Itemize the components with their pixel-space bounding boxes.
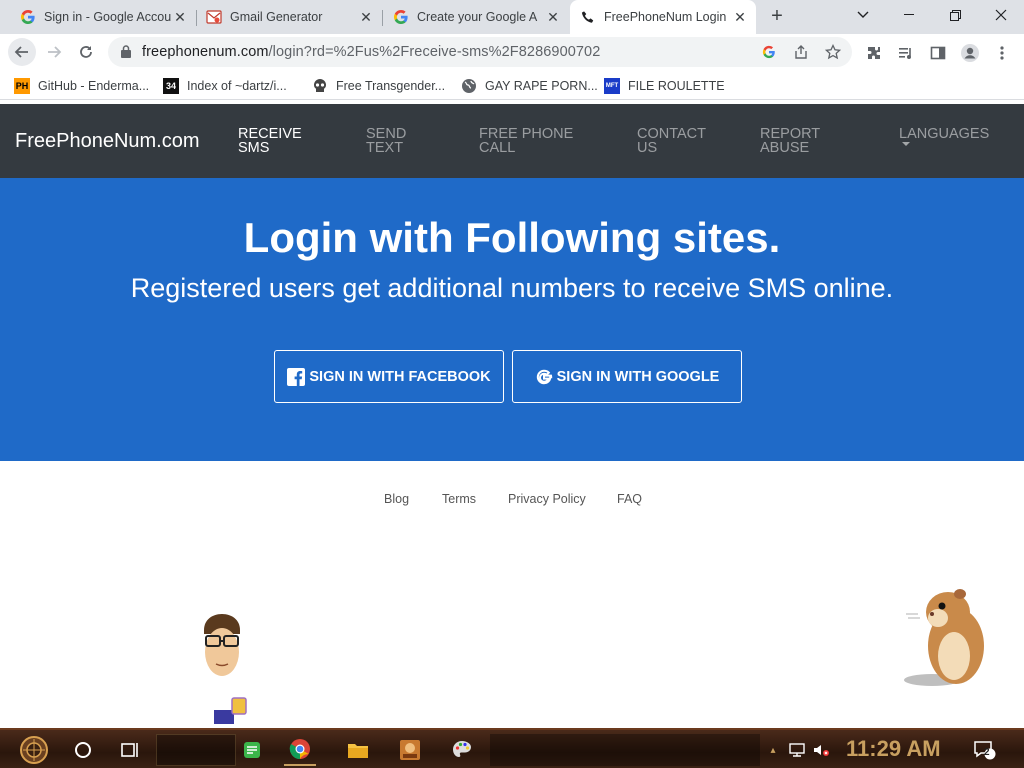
close-tab-icon[interactable]: ✕ [732,9,748,25]
close-tab-icon[interactable]: ✕ [358,9,374,25]
site-navbar: FreePhoneNum.com RECEIVE SMS SEND TEXT FRE… [0,104,1024,178]
footer-link-faq[interactable]: FAQ [617,492,642,506]
notification-count: 2 [984,747,990,758]
tab-google-signin[interactable]: Sign in - Google Accou ✕ [0,0,196,34]
side-panel-icon[interactable] [928,43,948,63]
mft-icon: MFT [604,78,620,94]
share-icon[interactable] [792,43,810,61]
google-g-icon [393,9,409,25]
task-view-icon[interactable] [114,734,146,766]
site-brand[interactable]: FreePhoneNum.com [15,130,200,153]
close-window-button[interactable] [978,0,1024,30]
profile-avatar-icon[interactable] [960,43,980,63]
minimize-button[interactable] [886,0,932,30]
chrome-taskbar-icon[interactable] [284,734,316,766]
hamster-desktop-pet[interactable] [902,584,990,690]
media-control-icon[interactable] [896,43,916,63]
google-g-icon [20,9,36,25]
globe-icon [461,78,477,94]
paint-palette-icon[interactable] [446,734,478,766]
google-g-icon [535,368,553,386]
forward-button[interactable] [40,38,68,66]
system-clock[interactable]: 11:29 AM [846,736,941,762]
tab-strip: Sign in - Google Accou ✕ Gmail Generator… [0,0,1024,34]
windows-taskbar: ▴ 11:29 AM 2 [0,728,1024,768]
url-text: freephonenum.com/login?rd=%2Fus%2Freceiv… [142,44,601,60]
bookmark-globe[interactable]: GAY RAPE PORN... [461,76,598,96]
chevron-down-icon [902,142,910,146]
new-tab-button[interactable]: + [766,6,788,28]
show-hidden-icons-icon[interactable]: ▴ [764,734,782,766]
browser-toolbar: freephonenum.com/login?rd=%2Fus%2Freceiv… [0,34,1024,72]
nav-languages-dropdown[interactable]: LANGUAGES [899,127,989,142]
restore-button[interactable] [932,0,978,30]
taskbar-empty-area [490,734,760,766]
facebook-icon [287,367,306,386]
extensions-puzzle-icon[interactable] [864,43,884,63]
google-lens-icon[interactable] [760,43,778,61]
footer-link-terms[interactable]: Terms [442,492,476,506]
tab-title: Create your Google A [417,10,538,24]
nav-receive-sms[interactable]: RECEIVE SMS [238,127,302,156]
skull-icon [312,78,328,94]
notification-center-icon[interactable]: 2 [970,734,1000,766]
phone-icon [580,9,596,25]
nav-free-phone-call[interactable]: FREE PHONE CALL [479,127,573,156]
tab-gmail-generator[interactable]: Gmail Generator ✕ [186,0,382,34]
bookmark-free-transgender[interactable]: Free Transgender... [312,76,445,96]
nav-report-abuse[interactable]: REPORT ABUSE [760,127,820,156]
network-icon[interactable] [786,734,808,766]
back-button[interactable] [8,38,36,66]
login-hero: Login with Following sites. Registered u… [0,178,1024,461]
tab-freephonenum-login[interactable]: FreePhoneNum Login ✕ [570,0,756,34]
cortana-circle-icon[interactable] [68,734,98,766]
tab-title: Sign in - Google Accou [44,10,172,24]
sign-in-google-button[interactable]: SIGN IN WITH GOOGLE [512,350,742,403]
tab-title: FreePhoneNum Login [604,10,727,24]
menu-kebab-icon[interactable] [992,43,1012,63]
tab-title: Gmail Generator [230,10,323,24]
address-bar[interactable]: freephonenum.com/login?rd=%2Fus%2Freceiv… [108,37,852,67]
tab-search-icon[interactable] [840,0,886,30]
bookmark-index-dartz[interactable]: 34 Index of ~dartz/i... [163,76,287,96]
nav-contact-us[interactable]: CONTACT US [637,127,706,156]
bookmarks-bar: PH GitHub - Enderma... 34 Index of ~dart… [0,72,1024,100]
notes-app-icon[interactable] [236,734,268,766]
taskbar-empty-slot [156,734,236,766]
start-button[interactable] [8,734,60,766]
footer-link-privacy[interactable]: Privacy Policy [508,492,586,506]
bookmark-file-roulette[interactable]: MFT FILE ROULETTE [604,76,725,96]
page-title: Login with Following sites. [243,214,781,261]
volume-muted-icon[interactable] [810,734,832,766]
game-app-icon[interactable] [394,734,426,766]
cartoon-man-desktop-pet[interactable] [198,612,256,728]
ph-icon: PH [14,78,30,94]
file-explorer-icon[interactable] [342,734,374,766]
nav-send-text[interactable]: SEND TEXT [366,127,406,156]
tab-create-google-account[interactable]: Create your Google A ✕ [373,0,569,34]
gmail-generator-icon [206,9,222,25]
bookmark-github[interactable]: PH GitHub - Enderma... [14,76,149,96]
reload-button[interactable] [72,38,100,66]
footer-link-blog[interactable]: Blog [384,492,409,506]
close-tab-icon[interactable]: ✕ [545,9,561,25]
bookmark-star-icon[interactable] [824,43,842,61]
page-subtitle: Registered users get additional numbers … [130,273,894,303]
sign-in-facebook-button[interactable]: SIGN IN WITH FACEBOOK [274,350,504,403]
index-34-icon: 34 [163,78,179,94]
lock-icon[interactable] [121,45,131,63]
